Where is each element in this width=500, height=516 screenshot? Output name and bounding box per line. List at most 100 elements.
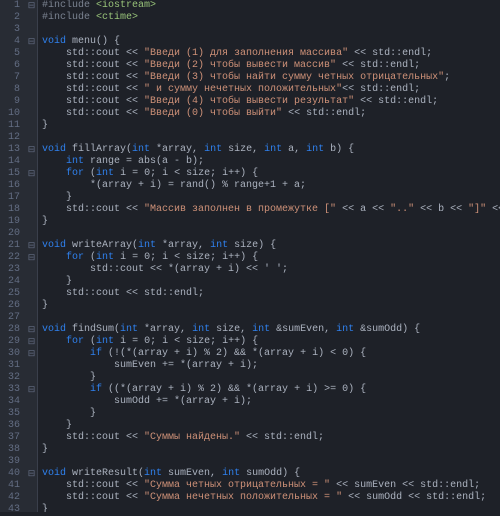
code-line[interactable]: std::cout << "Введи (0) чтобы выйти" << …: [42, 108, 500, 120]
fold-marker: [26, 264, 37, 276]
fold-marker: [26, 456, 37, 468]
code-line[interactable]: }: [42, 444, 500, 456]
fold-marker: [26, 192, 37, 204]
line-number: 8: [0, 84, 20, 96]
line-number: 38: [0, 444, 20, 456]
code-line[interactable]: sumOdd += *(array + i);: [42, 396, 500, 408]
line-number: 40: [0, 468, 20, 480]
line-number: 2: [0, 12, 20, 24]
fold-marker: [26, 504, 37, 516]
line-number: 39: [0, 456, 20, 468]
code-line[interactable]: *(array + i) = rand() % range+1 + a;: [42, 180, 500, 192]
code-line[interactable]: std::cout << "Сумма нечетных положительн…: [42, 492, 500, 504]
fold-marker: [26, 24, 37, 36]
code-line[interactable]: void fillArray(int *array, int size, int…: [42, 144, 500, 156]
line-number: 21: [0, 240, 20, 252]
code-line[interactable]: std::cout << "Сумма четных отрицательных…: [42, 480, 500, 492]
line-number: 10: [0, 108, 20, 120]
code-line[interactable]: }: [42, 276, 500, 288]
code-line[interactable]: }: [42, 300, 500, 312]
fold-marker: [26, 276, 37, 288]
line-number: 43: [0, 504, 20, 516]
code-line[interactable]: if ((*(array + i) % 2) && *(array + i) >…: [42, 384, 500, 396]
code-line[interactable]: std::cout << "Введи (4) чтобы вывести ре…: [42, 96, 500, 108]
fold-marker: [26, 216, 37, 228]
fold-marker[interactable]: ⊟: [26, 324, 37, 336]
code-line[interactable]: void findSum(int *array, int size, int &…: [42, 324, 500, 336]
code-line[interactable]: void writeResult(int sumEven, int sumOdd…: [42, 468, 500, 480]
line-number: 19: [0, 216, 20, 228]
code-line[interactable]: std::cout << std::endl;: [42, 288, 500, 300]
code-line[interactable]: sumEven += *(array + i);: [42, 360, 500, 372]
fold-marker: [26, 72, 37, 84]
code-line[interactable]: #include <iostream>: [42, 0, 500, 12]
code-line[interactable]: }: [42, 372, 500, 384]
fold-marker[interactable]: ⊟: [26, 252, 37, 264]
code-line[interactable]: }: [42, 216, 500, 228]
fold-marker[interactable]: ⊟: [26, 168, 37, 180]
code-line[interactable]: void menu() {: [42, 36, 500, 48]
line-number: 37: [0, 432, 20, 444]
code-line[interactable]: if (!(*(array + i) % 2) && *(array + i) …: [42, 348, 500, 360]
line-number: 26: [0, 300, 20, 312]
line-number: 17: [0, 192, 20, 204]
code-line[interactable]: for (int i = 0; i < size; i++) {: [42, 336, 500, 348]
line-number: 12: [0, 132, 20, 144]
fold-marker: [26, 432, 37, 444]
code-line[interactable]: [42, 24, 500, 36]
code-line[interactable]: [42, 132, 500, 144]
fold-marker[interactable]: ⊟: [26, 0, 37, 12]
code-line[interactable]: std::cout << " и сумму нечетных положите…: [42, 84, 500, 96]
fold-marker: [26, 132, 37, 144]
fold-marker[interactable]: ⊟: [26, 384, 37, 396]
line-number: 35: [0, 408, 20, 420]
line-number: 13: [0, 144, 20, 156]
fold-marker: [26, 156, 37, 168]
line-number: 25: [0, 288, 20, 300]
code-line[interactable]: }: [42, 192, 500, 204]
code-line[interactable]: std::cout << "Суммы найдены." << std::en…: [42, 432, 500, 444]
fold-marker[interactable]: ⊟: [26, 348, 37, 360]
code-line[interactable]: [42, 228, 500, 240]
line-number: 4: [0, 36, 20, 48]
code-line[interactable]: [42, 312, 500, 324]
fold-marker: [26, 492, 37, 504]
fold-marker[interactable]: ⊟: [26, 144, 37, 156]
code-line[interactable]: std::cout << "Введи (2) чтобы вывести ма…: [42, 60, 500, 72]
fold-marker: [26, 408, 37, 420]
fold-marker[interactable]: ⊟: [26, 468, 37, 480]
code-line[interactable]: }: [42, 408, 500, 420]
line-number: 18: [0, 204, 20, 216]
fold-marker: [26, 48, 37, 60]
fold-marker[interactable]: ⊟: [26, 336, 37, 348]
code-line[interactable]: #include <ctime>: [42, 12, 500, 24]
code-line[interactable]: std::cout << "Массив заполнен в промежут…: [42, 204, 500, 216]
code-line[interactable]: int range = abs(a - b);: [42, 156, 500, 168]
line-number: 3: [0, 24, 20, 36]
line-number: 20: [0, 228, 20, 240]
code-line[interactable]: void writeArray(int *array, int size) {: [42, 240, 500, 252]
fold-marker: [26, 444, 37, 456]
code-line[interactable]: }: [42, 420, 500, 432]
line-number: 29: [0, 336, 20, 348]
code-editor[interactable]: #include <iostream>#include <ctime> void …: [38, 0, 500, 512]
fold-marker: [26, 180, 37, 192]
fold-marker: [26, 288, 37, 300]
code-line[interactable]: }: [42, 504, 500, 512]
code-line[interactable]: std::cout << "Введи (3) чтобы найти сумм…: [42, 72, 500, 84]
line-number: 28: [0, 324, 20, 336]
line-number: 22: [0, 252, 20, 264]
code-line[interactable]: std::cout << "Введи (1) для заполнения м…: [42, 48, 500, 60]
fold-marker: [26, 300, 37, 312]
code-line[interactable]: [42, 456, 500, 468]
fold-column[interactable]: ⊟⊟⊟⊟⊟⊟⊟⊟⊟⊟⊟: [26, 0, 38, 512]
code-line[interactable]: std::cout << *(array + i) << ' ';: [42, 264, 500, 276]
code-line[interactable]: for (int i = 0; i < size; i++) {: [42, 168, 500, 180]
fold-marker: [26, 108, 37, 120]
fold-marker[interactable]: ⊟: [26, 240, 37, 252]
fold-marker[interactable]: ⊟: [26, 36, 37, 48]
fold-marker: [26, 60, 37, 72]
fold-marker: [26, 372, 37, 384]
code-line[interactable]: for (int i = 0; i < size; i++) {: [42, 252, 500, 264]
code-line[interactable]: }: [42, 120, 500, 132]
